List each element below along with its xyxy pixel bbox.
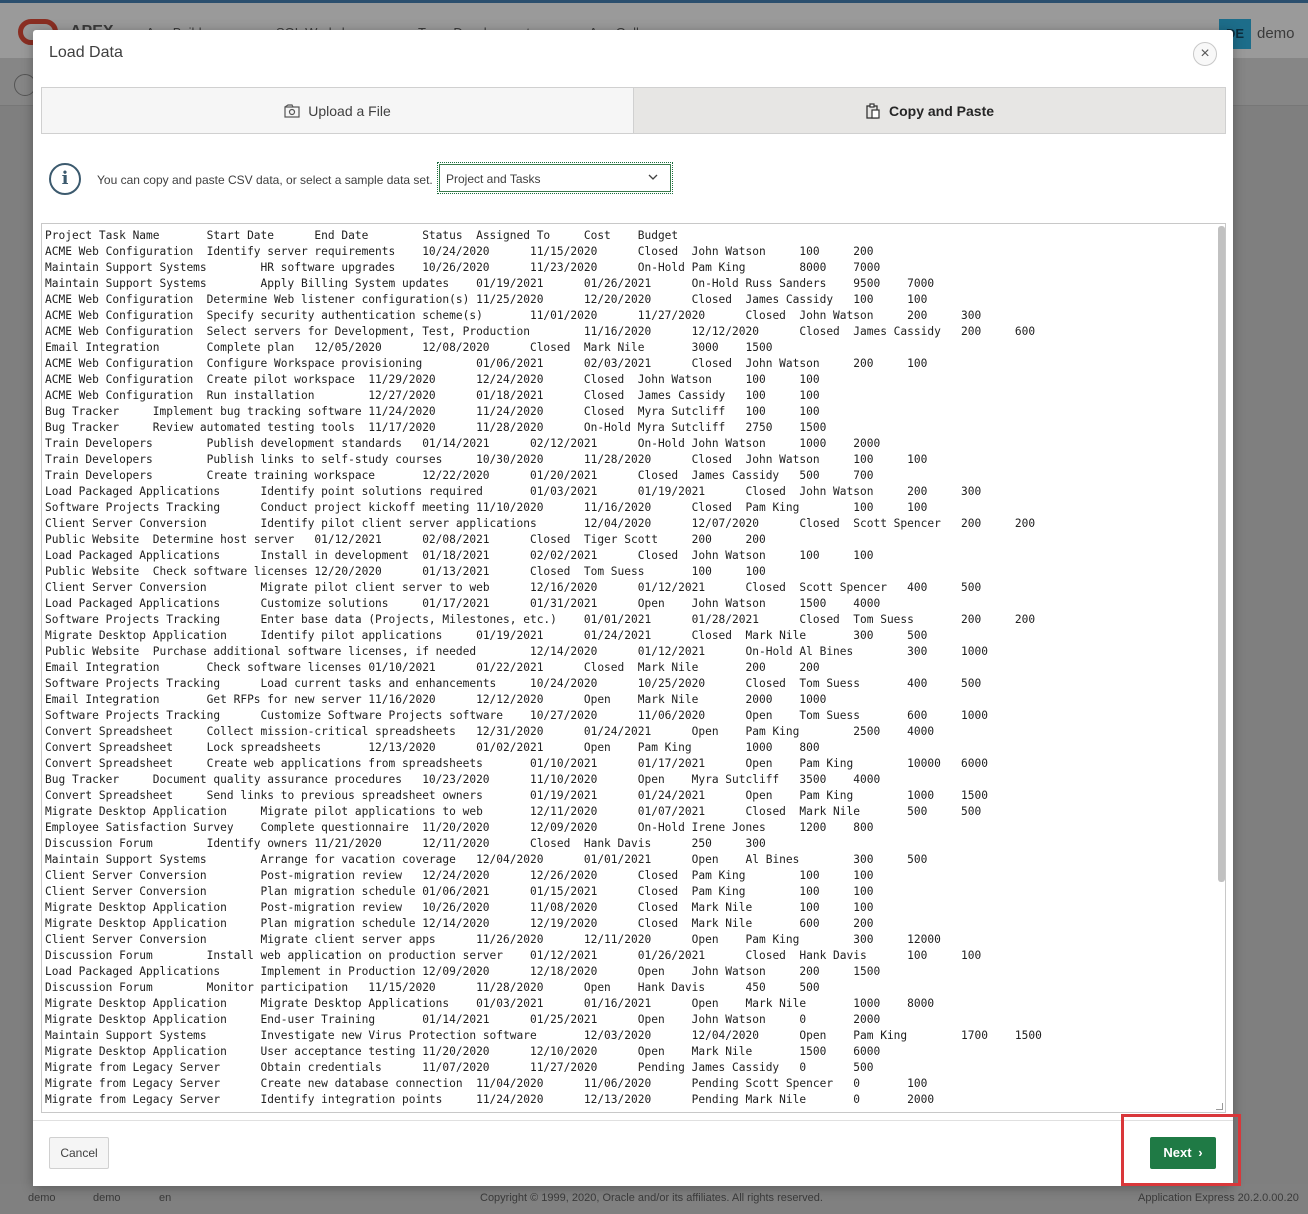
next-button-label: Next	[1163, 1145, 1192, 1160]
load-data-tabs: Upload a File Copy and Paste	[41, 87, 1226, 134]
cancel-button[interactable]: Cancel	[49, 1137, 109, 1169]
info-icon: i	[49, 163, 81, 195]
tab-upload-file-label: Upload a File	[308, 102, 391, 119]
dialog-title: Load Data	[49, 44, 123, 61]
chevron-right-icon: ›	[1198, 1145, 1203, 1160]
textarea-scrollbar[interactable]	[1218, 226, 1225, 882]
chevron-down-icon	[648, 171, 658, 185]
next-button[interactable]: Next ›	[1150, 1137, 1216, 1169]
footer-language: en	[159, 1192, 172, 1204]
tab-copy-paste[interactable]: Copy and Paste	[633, 88, 1225, 133]
user-name: demo	[1257, 25, 1295, 42]
sample-data-select[interactable]: Project and Tasks	[437, 162, 673, 194]
resize-grip-icon[interactable]	[1216, 1103, 1223, 1110]
footer-user: demo	[28, 1192, 56, 1204]
paste-data-textarea[interactable]: Project Task Name Start Date End Date St…	[41, 223, 1226, 1113]
info-row: i You can copy and paste CSV data, or se…	[33, 148, 1233, 216]
load-data-dialog: Load Data × Upload a File Copy and Paste…	[33, 30, 1241, 1186]
sample-data-select-value: Project and Tasks	[446, 172, 541, 186]
info-text: You can copy and paste CSV data, or sele…	[97, 173, 433, 187]
dialog-footer: Cancel Next ›	[33, 1114, 1241, 1186]
close-icon[interactable]: ×	[1193, 42, 1217, 66]
upload-file-icon	[284, 103, 300, 118]
tab-copy-paste-label: Copy and Paste	[888, 102, 995, 119]
paste-data-text[interactable]: Project Task Name Start Date End Date St…	[42, 224, 1214, 1112]
tab-upload-file[interactable]: Upload a File	[42, 88, 633, 133]
footer-version: Application Express 20.2.0.00.20	[1138, 1192, 1299, 1204]
clipboard-icon	[865, 102, 881, 119]
footer-workspace: demo	[93, 1192, 121, 1204]
app-footer: demo demo en Copyright © 1999, 2020, Ora…	[0, 1184, 1308, 1214]
footer-copyright: Copyright © 1999, 2020, Oracle and/or it…	[480, 1192, 823, 1204]
